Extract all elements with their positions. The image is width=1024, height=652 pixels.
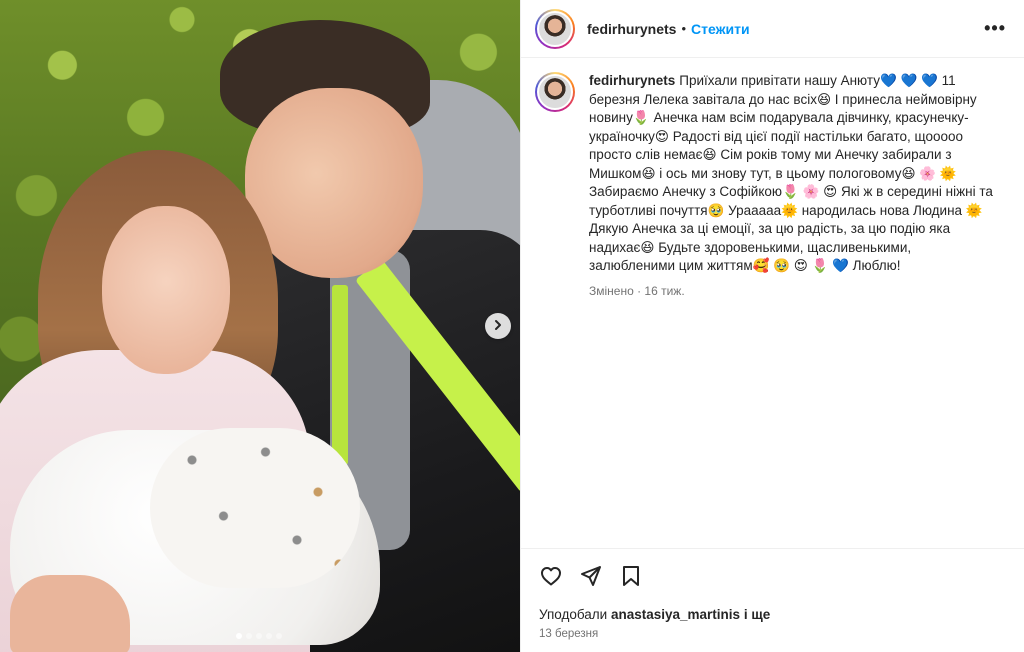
carousel-dot	[236, 633, 242, 639]
likes-others-link[interactable]: і ще	[740, 607, 770, 622]
caption-body: fedirhurynets Приїхали привітати нашу Аню…	[589, 72, 999, 298]
save-button[interactable]	[617, 564, 645, 592]
carousel-dot	[246, 633, 252, 639]
carousel-dot	[256, 633, 262, 639]
more-options-button[interactable]: •••	[984, 18, 1006, 39]
heart-icon	[539, 564, 563, 593]
likes-prefix: Уподобали	[539, 607, 611, 622]
post-details-panel: fedirhurynets • Стежити ••• fedirhurynet…	[520, 0, 1024, 652]
woman-face	[102, 206, 230, 374]
likes-summary: Уподобали anastasiya_martinis і ще	[521, 593, 1024, 622]
man-face	[245, 88, 423, 278]
author-username[interactable]: fedirhurynets	[587, 21, 676, 37]
post-actions-area: Уподобали anastasiya_martinis і ще 13 бе…	[521, 548, 1024, 652]
baby-polka-dot-wrap	[150, 428, 360, 588]
liked-by-user-link[interactable]: anastasiya_martinis	[611, 607, 740, 622]
separator-dot: •	[681, 21, 687, 36]
action-bar	[521, 549, 1024, 593]
author-avatar[interactable]	[535, 8, 575, 49]
carousel-next-button[interactable]	[485, 313, 511, 339]
post-date: 13 березня	[539, 628, 599, 640]
caption-author-avatar[interactable]	[535, 72, 575, 112]
carousel-indicator	[236, 633, 282, 639]
caption-text: fedirhurynets Приїхали привітати нашу Аню…	[589, 72, 999, 276]
carousel-dot	[276, 633, 282, 639]
caption-comment: fedirhurynets Приїхали привітати нашу Аню…	[521, 58, 1024, 298]
bookmark-icon	[619, 564, 643, 593]
share-button[interactable]	[577, 564, 605, 592]
avatar-image	[537, 74, 573, 110]
caption-meta: Змінено · 16 тиж.	[589, 283, 685, 298]
caption-username[interactable]: fedirhurynets	[589, 73, 675, 88]
carousel-dot	[266, 633, 272, 639]
bag-strap	[332, 285, 348, 465]
avatar-image	[537, 10, 573, 47]
post-photo[interactable]	[0, 0, 520, 652]
like-button[interactable]	[537, 564, 565, 592]
follow-button[interactable]: Стежити	[691, 21, 750, 37]
paper-plane-icon	[579, 564, 603, 593]
woman-hand	[10, 575, 130, 652]
post-header: fedirhurynets • Стежити •••	[521, 0, 1024, 58]
chevron-right-icon	[492, 318, 504, 334]
caption-content: Приїхали привітати нашу Анюту💙 💙 💙 11 бе…	[589, 73, 993, 273]
